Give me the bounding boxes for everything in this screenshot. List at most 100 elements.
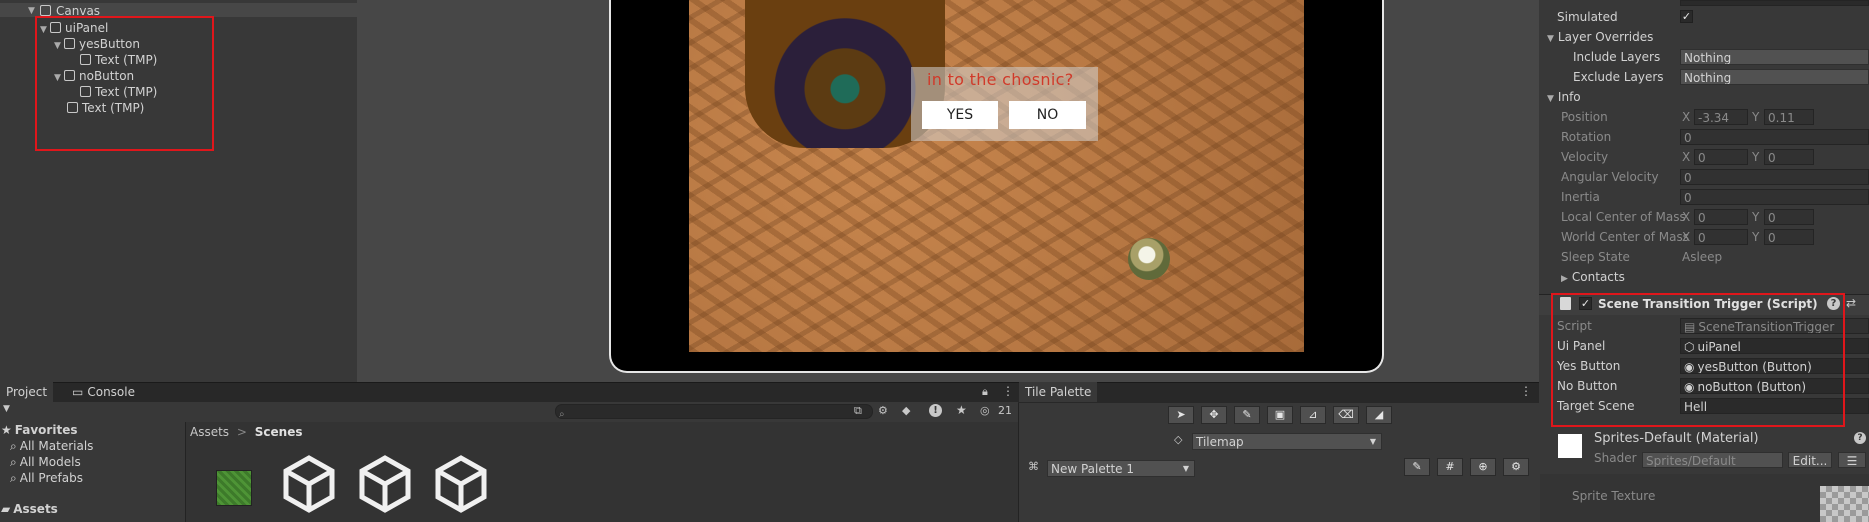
hierarchy-highlight-box [35, 16, 214, 151]
favorite-item[interactable]: ⌕ All Prefabs [10, 471, 83, 486]
hierarchy-row-canvas[interactable]: ▼ Canvas [0, 3, 357, 19]
no-button[interactable]: NO [1009, 101, 1086, 129]
star-icon: ★ [1, 423, 12, 437]
velocity-x-field: 0 [1694, 149, 1748, 165]
chevron-down-icon: ▼ [1182, 464, 1189, 473]
local-com-y-field: 0 [1764, 209, 1814, 225]
tab-tile-palette[interactable]: Tile Palette [1019, 382, 1098, 402]
tab-console[interactable]: ▭ Console [66, 382, 141, 402]
palette-dropdown[interactable]: New Palette 1 ▼ [1047, 460, 1195, 477]
yes-button[interactable]: YES [922, 101, 998, 129]
x-label: X [1682, 210, 1691, 224]
y-label: Y [1752, 210, 1760, 224]
search-icon: ⌕ [10, 471, 17, 485]
favorites-label: Favorites [14, 423, 78, 437]
x-label: X [1682, 150, 1691, 164]
inertia-field: 0 [1680, 189, 1869, 205]
inertia-label: Inertia [1561, 190, 1600, 204]
breadcrumb-scenes[interactable]: Scenes [255, 425, 303, 439]
info-foldout[interactable]: ▼ Info [1547, 88, 1581, 106]
lock-icon[interactable]: 🔒︎ [982, 385, 988, 399]
more-options-icon[interactable]: ⋮ [1520, 384, 1532, 398]
search-input[interactable]: ⌕ [555, 404, 873, 419]
velocity-y-field: 0 [1764, 149, 1814, 165]
palette-settings-button[interactable]: ⚙ [1503, 458, 1529, 476]
favorite-item[interactable]: ⌕ All Materials [10, 439, 93, 454]
tab-project[interactable]: Project [0, 382, 54, 402]
y-label: Y [1752, 230, 1760, 244]
import-log-icon[interactable]: ! [929, 404, 942, 417]
breadcrumb-assets[interactable]: Assets [190, 425, 229, 439]
angular-velocity-field: 0 [1680, 169, 1869, 185]
layer-overrides-foldout[interactable]: ▼ Layer Overrides [1547, 28, 1653, 46]
sprite-texture-preview[interactable] [1820, 486, 1869, 522]
assets-folder-label: Assets [13, 502, 58, 516]
fill-tool-button[interactable]: ◢ [1366, 406, 1392, 424]
edit-shader-button[interactable]: Edit... [1788, 452, 1832, 468]
layer-overrides-label: Layer Overrides [1557, 30, 1654, 44]
position-x-field: -3.34 [1694, 109, 1748, 125]
select-tool-button[interactable]: ➤ [1168, 406, 1194, 424]
create-dropdown-icon[interactable]: ▼ [3, 404, 10, 414]
project-tab-bar [0, 382, 1018, 403]
breadcrumb: Assets > Scenes [190, 425, 303, 439]
world-com-label: World Center of Mass [1561, 230, 1689, 244]
favorite-star-icon[interactable]: ★ [956, 403, 967, 417]
favorite-item[interactable]: ⌕ All Models [10, 455, 81, 470]
hidden-packages-icon[interactable]: ◎ [980, 404, 990, 417]
include-layers-dropdown[interactable]: Nothing [1680, 49, 1869, 65]
material-preview-swatch [1558, 434, 1582, 458]
paint-brush-tool-button[interactable]: ✎ [1234, 406, 1260, 424]
palette-icon: ⌘ [1028, 460, 1039, 473]
favorites-header[interactable]: ★ Favorites [1, 423, 77, 437]
active-tilemap-value: Tilemap [1196, 435, 1244, 449]
gizmos-toggle-button[interactable]: ⊕ [1470, 458, 1496, 476]
player-sprite [1128, 238, 1170, 280]
assets-folder[interactable]: ▰ Assets [1, 502, 58, 516]
unity-scene-icon[interactable] [356, 455, 414, 513]
sleep-state-value: Asleep [1682, 250, 1723, 264]
exclude-layers-dropdown[interactable]: Nothing [1680, 69, 1869, 85]
info-label: Info [1557, 90, 1581, 104]
shader-label: Shader [1594, 451, 1637, 465]
more-options-icon[interactable]: ⋮ [1002, 384, 1014, 398]
filter-type-icon[interactable]: ⚙ [878, 404, 888, 417]
active-tilemap-dropdown[interactable]: Tilemap ▼ [1192, 433, 1382, 450]
help-icon[interactable]: ? [1854, 432, 1866, 444]
edit-palette-button[interactable]: ✎ [1404, 458, 1430, 476]
position-y-field: 0.11 [1764, 109, 1814, 125]
fold-arrow-icon[interactable]: ▼ [28, 3, 35, 19]
favorite-item-label: All Models [19, 455, 81, 469]
preset-icon[interactable]: ⇄ [1846, 296, 1856, 310]
move-tool-button[interactable]: ✥ [1201, 406, 1227, 424]
shader-dropdown[interactable]: Sprites/Default [1642, 452, 1783, 468]
box-fill-tool-button[interactable]: ▣ [1267, 406, 1293, 424]
exclude-layers-label: Exclude Layers [1573, 70, 1664, 84]
x-label: X [1682, 230, 1691, 244]
simulated-label: Simulated [1557, 10, 1618, 24]
favorite-item-label: All Materials [19, 439, 94, 453]
fold-right-icon: ▶ [1561, 274, 1568, 284]
y-label: Y [1752, 110, 1760, 124]
pick-tool-button[interactable]: ⊿ [1300, 406, 1326, 424]
unity-scene-icon[interactable] [432, 455, 490, 513]
simulated-checkbox[interactable]: ✓ [1680, 10, 1693, 23]
tilemap-icon: ◇ [1174, 433, 1183, 446]
eraser-tool-button[interactable]: ⌫ [1333, 406, 1359, 424]
grid-toggle-button[interactable]: # [1437, 458, 1463, 476]
material-field[interactable] [1680, 0, 1869, 6]
world-com-x-field: 0 [1694, 229, 1748, 245]
search-by-type-icon[interactable]: ⧉ [854, 404, 862, 418]
search-icon: ⌕ [559, 409, 565, 419]
console-icon: ▭ [72, 385, 84, 399]
contacts-foldout[interactable]: ▶ Contacts [1561, 268, 1625, 286]
include-layers-label: Include Layers [1573, 50, 1661, 64]
search-icon: ⌕ [10, 439, 17, 453]
shader-menu-icon[interactable]: ☰ [1838, 452, 1866, 468]
fold-arrow-icon: ▼ [1547, 94, 1554, 104]
y-label: Y [1752, 150, 1760, 164]
local-com-label: Local Center of Mass [1561, 210, 1686, 224]
grass-tile-asset[interactable] [216, 470, 252, 506]
unity-scene-icon[interactable] [280, 455, 338, 513]
label-filter-icon[interactable]: ◆ [902, 404, 910, 417]
